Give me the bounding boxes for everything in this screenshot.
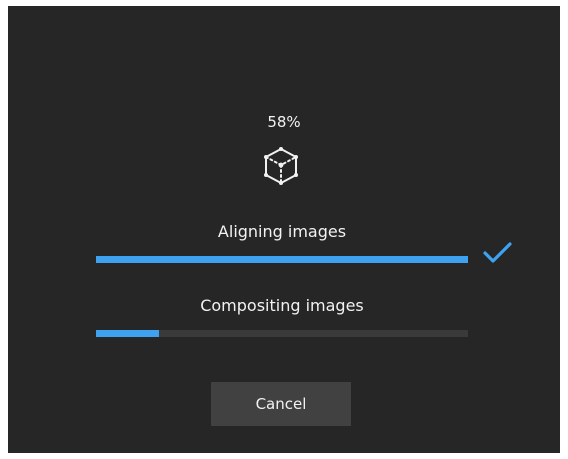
checkmark-icon (483, 242, 512, 263)
step-label-compositing: Compositing images (200, 296, 364, 315)
progress-fill-aligning (96, 256, 468, 263)
step-label-aligning: Aligning images (217, 222, 347, 241)
overall-progress-percent: 58% (267, 113, 301, 131)
cancel-button[interactable]: Cancel (211, 382, 351, 426)
progress-bar-aligning (96, 256, 468, 263)
cube-icon (264, 147, 298, 185)
progress-bar-compositing (96, 330, 468, 337)
progress-fill-compositing (96, 330, 160, 337)
progress-dialog: 58% Aligning images Compositing images C… (8, 6, 560, 453)
